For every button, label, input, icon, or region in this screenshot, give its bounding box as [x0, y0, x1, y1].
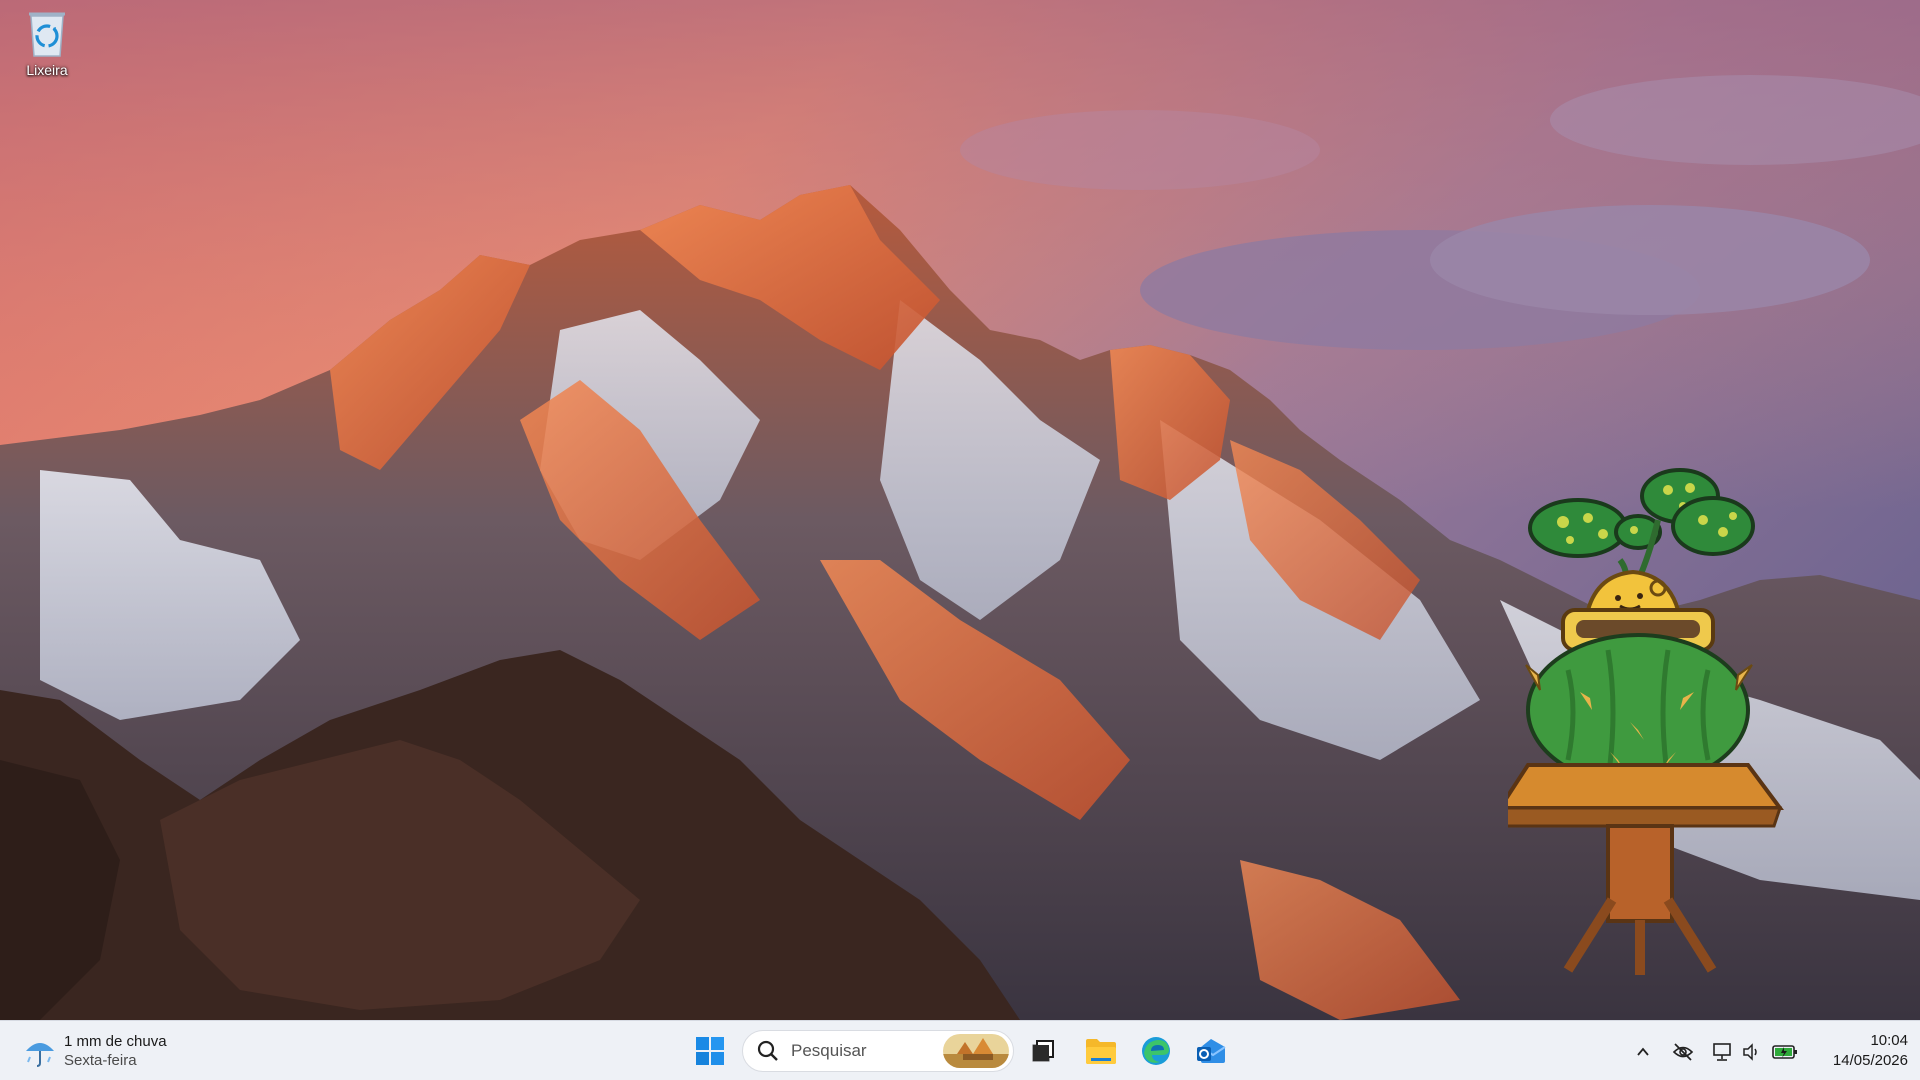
tray-volume[interactable]	[1738, 1039, 1764, 1065]
edge-icon	[1142, 1037, 1170, 1065]
tray-network[interactable]	[1709, 1039, 1735, 1065]
cactus-pet-widget[interactable]	[1508, 460, 1848, 990]
network-icon	[1713, 1043, 1731, 1061]
taskbar: 1 mm de chuva Sexta-feira Pesquisar 10:0…	[0, 1020, 1920, 1080]
leaf-right	[1671, 496, 1755, 556]
start-button[interactable]	[690, 1031, 730, 1071]
wooden-table	[1508, 763, 1784, 975]
file-explorer-button[interactable]	[1081, 1031, 1121, 1071]
battery-icon	[1772, 1045, 1797, 1059]
rain-umbrella-icon	[26, 1043, 54, 1067]
weather-condition: 1 mm de chuva	[64, 1033, 167, 1050]
clock-date: 14/05/2026	[1832, 1052, 1908, 1069]
outlook-button[interactable]	[1191, 1031, 1231, 1071]
leaf-left	[1528, 498, 1628, 558]
cactus-pot	[1525, 633, 1753, 787]
windows-start-icon	[696, 1037, 724, 1065]
recycle-bin-label: Lixeira	[26, 62, 68, 78]
edge-button[interactable]	[1136, 1031, 1176, 1071]
search-placeholder: Pesquisar	[791, 1041, 867, 1060]
tray-battery[interactable]	[1772, 1039, 1798, 1065]
recycle-bin-icon	[29, 12, 65, 57]
weather-widget[interactable]: 1 mm de chuva Sexta-feira	[22, 1029, 167, 1073]
chevron-up-icon	[1637, 1047, 1649, 1056]
file-explorer-icon	[1086, 1039, 1116, 1064]
task-view-icon	[1032, 1040, 1054, 1062]
task-view-button[interactable]	[1023, 1031, 1063, 1071]
search-box[interactable]: Pesquisar	[742, 1030, 1014, 1072]
yellow-creature	[1585, 569, 1681, 612]
desktop: Lixeira	[0, 0, 1920, 1020]
search-icon	[757, 1040, 778, 1061]
tray-hidden-eye[interactable]	[1670, 1039, 1696, 1065]
search-highlight-image	[943, 1034, 1009, 1068]
hidden-eye-icon	[1672, 1043, 1694, 1061]
clock[interactable]: 10:04 14/05/2026	[1808, 1031, 1908, 1071]
weather-day: Sexta-feira	[64, 1052, 137, 1069]
show-hidden-icons-button[interactable]	[1630, 1039, 1656, 1065]
recycle-bin-shortcut[interactable]: Lixeira	[12, 6, 82, 92]
clock-time: 10:04	[1870, 1032, 1908, 1049]
volume-icon	[1743, 1043, 1757, 1061]
outlook-icon	[1197, 1039, 1226, 1063]
